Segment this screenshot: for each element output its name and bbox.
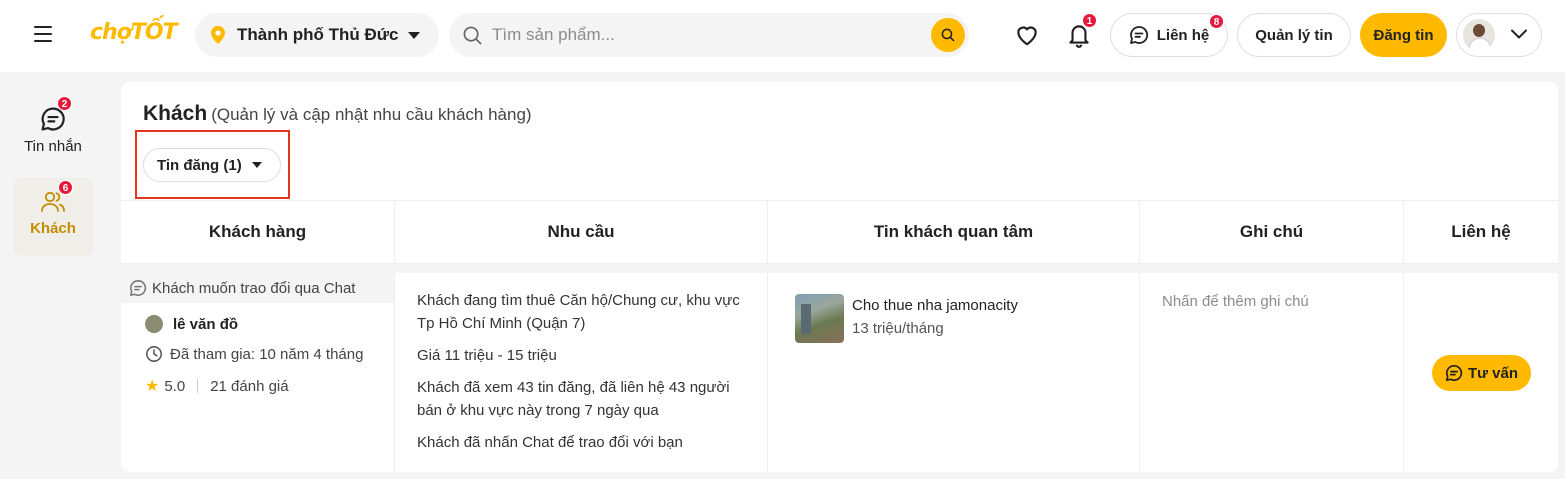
messages-badge: 2	[57, 96, 72, 111]
location-label: Thành phố Thủ Đức	[237, 25, 399, 44]
heart-icon[interactable]	[1014, 22, 1040, 48]
column-header-interested-listing: Tin khách quan tâm	[768, 201, 1140, 263]
caret-down-icon	[407, 31, 420, 39]
sidebar-item-customers[interactable]: 6 Khách	[13, 178, 93, 256]
listing-title: Cho thue nha jamonacity	[852, 297, 1018, 314]
sidebar-icon-wrapper: 2	[40, 96, 72, 132]
search-input[interactable]	[492, 25, 912, 45]
top-header: chợTỐT Thành phố Thủ Đức 1 Liên hệ 8 Quả…	[0, 0, 1565, 72]
column-header-notes: Ghi chú	[1140, 201, 1404, 263]
rating-value: 5.0	[164, 377, 186, 395]
channel-text: Khách muốn trao đổi qua Chat	[152, 279, 356, 297]
clock-icon	[146, 346, 162, 362]
sidebar-icon-wrapper: 6	[40, 180, 73, 214]
location-selector[interactable]: Thành phố Thủ Đức	[195, 13, 439, 57]
column-header-customer: Khách hàng	[121, 201, 395, 263]
star-icon: ★	[145, 378, 160, 395]
account-menu[interactable]	[1456, 13, 1542, 57]
notification-button[interactable]: 1	[1066, 13, 1097, 49]
listing-info: Cho thue nha jamonacity 13 triệu/tháng	[852, 294, 1018, 343]
customer-rating: ★ 5.0 21 đánh giá	[145, 376, 289, 396]
customer-cell: Khách muốn trao đổi qua Chat lê văn đồ Đ…	[121, 273, 395, 472]
row-separator	[121, 264, 1558, 273]
chat-icon	[1129, 26, 1148, 44]
page-subtitle: (Quản lý và cập nhật nhu cầu khách hàng)	[211, 105, 532, 124]
customers-panel: Khách (Quản lý và cập nhật nhu cầu khách …	[121, 82, 1558, 472]
customer-name-text: lê văn đồ	[173, 315, 239, 333]
listing-price: 13 triệu/tháng	[852, 320, 944, 337]
notification-badge: 1	[1082, 13, 1097, 28]
need-chat-status: Khách đã nhấn Chat để trao đổi với bạn	[417, 434, 683, 451]
needs-cell: Khách đang tìm thuê Căn hộ/Chung cư, khu…	[395, 273, 768, 472]
search-icon	[463, 26, 482, 44]
sidebar-item-messages[interactable]: 2 Tin nhắn	[13, 92, 93, 164]
search-bar	[449, 13, 969, 57]
caret-down-icon	[251, 162, 262, 168]
notes-cell[interactable]: Nhấn để thêm ghi chú	[1140, 273, 1404, 472]
contact-cell: Tư vấn	[1404, 273, 1558, 472]
interested-listing-cell: Cho thue nha jamonacity 13 triệu/tháng	[768, 273, 1140, 472]
search-icon	[941, 28, 955, 42]
listing-filter-dropdown[interactable]: Tin đăng (1)	[143, 148, 281, 182]
customer-avatar	[145, 315, 163, 333]
chevron-down-icon	[1511, 29, 1527, 39]
page-title-text: Khách	[143, 102, 208, 125]
need-activity: Khách đã xem 43 tin đăng, đã liên hệ 43 …	[417, 379, 730, 419]
post-listing-button[interactable]: Đăng tin	[1360, 13, 1447, 57]
location-pin-icon	[211, 26, 225, 44]
contact-badge: 8	[1209, 14, 1224, 29]
listing-item[interactable]: Cho thue nha jamonacity 13 triệu/tháng	[795, 294, 1018, 343]
sidebar-item-label: Tin nhắn	[24, 138, 82, 155]
customer-name[interactable]: lê văn đồ	[145, 315, 238, 333]
column-header-contact: Liên hệ	[1451, 222, 1511, 241]
menu-icon[interactable]	[34, 26, 52, 42]
channel-label: Khách muốn trao đổi qua Chat	[121, 273, 394, 303]
listing-thumbnail	[795, 294, 844, 343]
customers-badge: 6	[58, 180, 73, 195]
column-header-needs: Nhu cầu	[395, 201, 768, 263]
advise-button[interactable]: Tư vấn	[1432, 355, 1531, 391]
chat-icon	[1445, 364, 1463, 382]
advise-label: Tư vấn	[1467, 364, 1519, 382]
joined-duration: Đã tham gia: 10 năm 4 tháng	[145, 345, 363, 363]
review-count: 21 đánh giá	[210, 377, 289, 395]
contact-button[interactable]: Liên hệ 8	[1110, 13, 1228, 57]
need-price-range: Giá 11 triệu - 15 triệu	[417, 347, 557, 364]
add-note-field[interactable]: Nhấn để thêm ghi chú	[1162, 293, 1309, 310]
search-button[interactable]	[931, 18, 965, 52]
filter-label: Tin đăng (1)	[157, 156, 242, 174]
chat-icon	[130, 280, 147, 296]
page-title: Khách (Quản lý và cập nhật nhu cầu khách …	[143, 102, 532, 126]
table-header: Khách hàng Nhu cầu Tin khách quan tâm Gh…	[121, 200, 1558, 264]
contact-label: Liên hệ	[1156, 26, 1210, 44]
divider	[197, 379, 199, 393]
chotot-logo[interactable]: chợTỐT	[90, 20, 178, 45]
joined-text: Đã tham gia: 10 năm 4 tháng	[170, 345, 364, 363]
manage-listings-button[interactable]: Quản lý tin	[1237, 13, 1351, 57]
avatar	[1463, 19, 1495, 51]
sidebar-item-label: Khách	[30, 220, 76, 237]
table-row: Khách muốn trao đổi qua Chat lê văn đồ Đ…	[121, 273, 1558, 472]
need-search-area: Khách đang tìm thuê Căn hộ/Chung cư, khu…	[417, 292, 740, 332]
